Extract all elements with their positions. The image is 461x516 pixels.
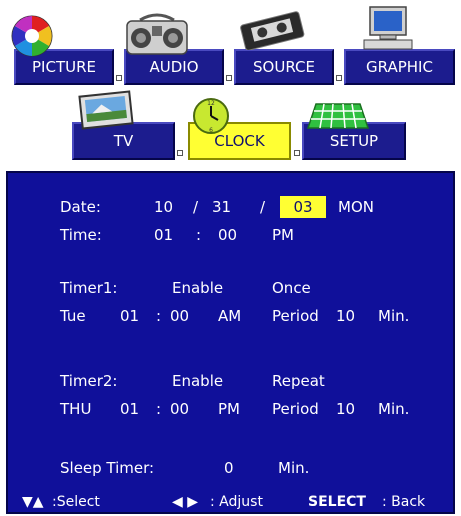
tab-connector: [116, 75, 122, 81]
timer1-colon: :: [156, 307, 162, 325]
timer1-period-value[interactable]: 10: [336, 307, 355, 325]
svg-text:12: 12: [207, 100, 215, 107]
tab-tv-label: TV: [113, 132, 134, 150]
timer1-ampm[interactable]: AM: [218, 307, 241, 325]
date-separator: /: [260, 198, 266, 216]
timer2-ampm[interactable]: PM: [218, 400, 240, 418]
select-hint: :Select: [52, 494, 100, 510]
time-minute[interactable]: 00: [218, 226, 237, 244]
adjust-hint: : Adjust: [210, 494, 263, 510]
tab-picture-label: PICTURE: [32, 58, 96, 76]
monitor-icon: [363, 6, 413, 50]
clock-settings-panel: Date: 10 / 31 / 03 MON Time: 01 : 00 PM …: [6, 171, 455, 514]
date-month[interactable]: 10: [154, 198, 173, 216]
tab-graphic-label: GRAPHIC: [366, 58, 433, 76]
timer2-mode[interactable]: Repeat: [272, 372, 325, 390]
adjust-arrows-icon: ◀ ▶: [172, 494, 198, 510]
sleep-timer-label: Sleep Timer:: [60, 459, 155, 477]
date-separator: /: [193, 198, 199, 216]
timer2-label: Timer2:: [60, 372, 118, 390]
timer1-mode[interactable]: Once: [272, 279, 311, 297]
timer1-label: Timer1:: [60, 279, 118, 297]
date-year-field[interactable]: 03: [280, 196, 326, 218]
timer1-hour[interactable]: 01: [120, 307, 139, 325]
timer1-period-unit: Min.: [378, 307, 410, 325]
timer1-state[interactable]: Enable: [172, 279, 223, 297]
date-year-value: 03: [280, 196, 326, 218]
timer1-period-label: Period: [272, 307, 319, 325]
boombox-icon: [126, 13, 188, 55]
tab-graphic[interactable]: GRAPHIC: [344, 49, 455, 85]
tab-connector: [294, 150, 300, 156]
tab-connector: [177, 150, 183, 156]
timer1-minute[interactable]: 00: [170, 307, 189, 325]
date-day[interactable]: 31: [212, 198, 231, 216]
date-label: Date:: [60, 198, 101, 216]
tab-audio-label: AUDIO: [149, 58, 199, 76]
svg-text:6: 6: [209, 127, 213, 134]
date-weekday: MON: [338, 198, 374, 216]
cassette-icon: [240, 11, 305, 50]
timer1-day[interactable]: Tue: [60, 307, 86, 325]
timer2-period-unit: Min.: [378, 400, 410, 418]
clock-icon: 12 6: [193, 98, 229, 134]
time-label: Time:: [60, 226, 102, 244]
tab-connector: [226, 75, 232, 81]
timer2-period-label: Period: [272, 400, 319, 418]
back-hint: : Back: [382, 494, 426, 510]
tab-connector: [336, 75, 342, 81]
tab-source[interactable]: SOURCE: [234, 49, 334, 85]
select-key-label: SELECT: [308, 494, 366, 510]
tab-setup-label: SETUP: [329, 132, 379, 150]
time-hour[interactable]: 01: [154, 226, 173, 244]
timer2-minute[interactable]: 00: [170, 400, 189, 418]
timer2-hour[interactable]: 01: [120, 400, 139, 418]
select-arrows-icon: ▼▲: [22, 494, 44, 510]
sleep-timer-value[interactable]: 0: [224, 459, 234, 477]
tv-picture-icon: [78, 90, 134, 130]
timer2-day[interactable]: THU: [60, 400, 91, 418]
time-ampm[interactable]: PM: [272, 226, 294, 244]
timer2-colon: :: [156, 400, 162, 418]
tab-source-label: SOURCE: [253, 58, 315, 76]
grid-icon: [306, 103, 370, 129]
timer2-state[interactable]: Enable: [172, 372, 223, 390]
time-colon: :: [196, 226, 202, 244]
color-wheel-icon: [11, 15, 53, 57]
sleep-timer-unit: Min.: [278, 459, 310, 477]
timer2-period-value[interactable]: 10: [336, 400, 355, 418]
